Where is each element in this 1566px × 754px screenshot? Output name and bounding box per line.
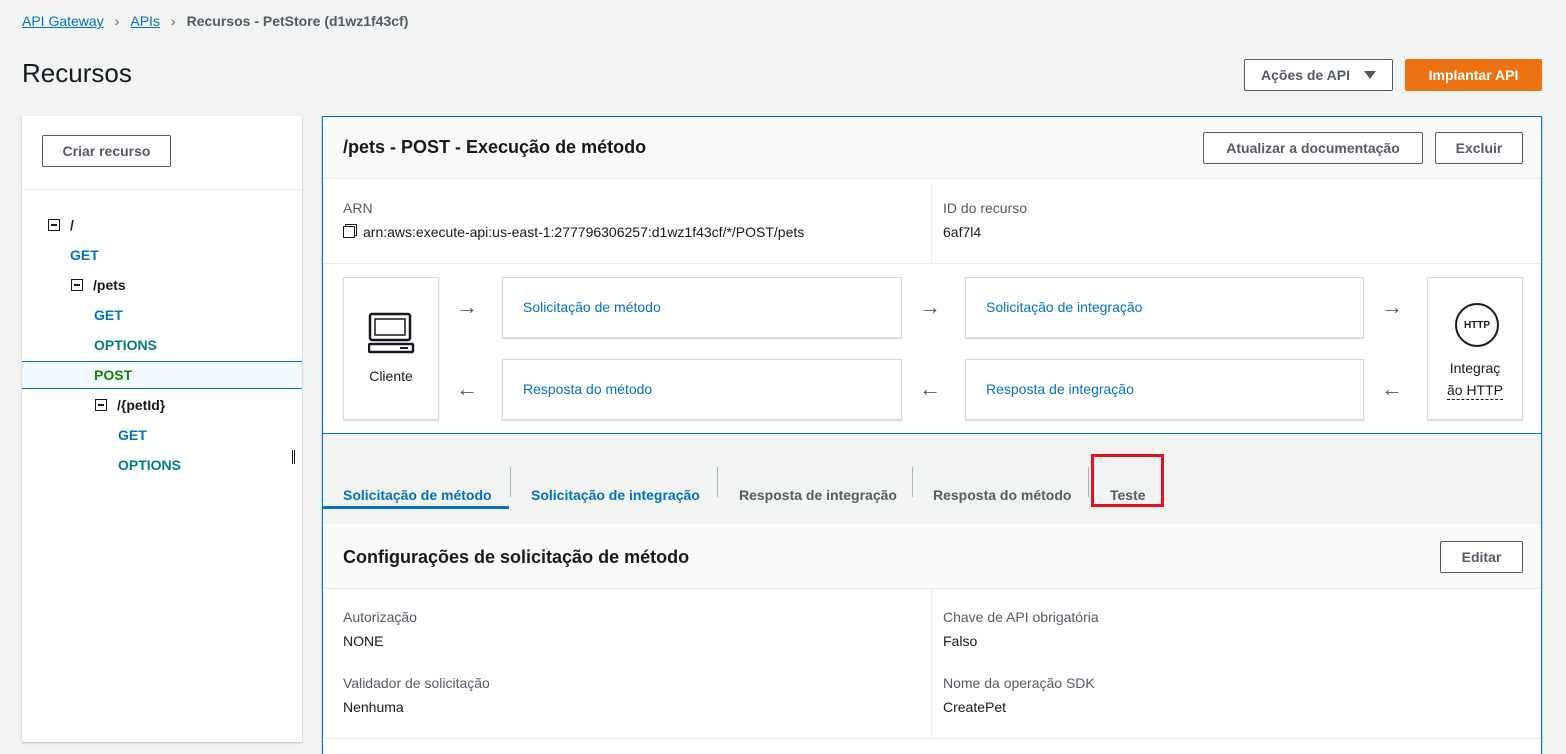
computer-icon xyxy=(368,312,415,354)
tree-method-get-pets[interactable]: GET xyxy=(22,301,302,329)
tab-separator xyxy=(912,467,913,497)
tree-method-label: GET xyxy=(118,427,147,443)
validator-field: Validador de solicitação Nenhuma xyxy=(343,675,490,717)
breadcrumb-current: Recursos - PetStore (d1wz1f43cf) xyxy=(186,13,409,29)
resource-tree-panel: Criar recurso / GET /pets GET OPTIONS PO… xyxy=(22,116,302,742)
method-request-box[interactable]: Solicitação de método xyxy=(502,277,902,338)
breadcrumb-api-gateway-link[interactable]: API Gateway xyxy=(22,13,104,29)
method-execution-header: /pets - POST - Execução de método Atuali… xyxy=(323,117,1541,179)
client-box: Cliente xyxy=(343,277,439,420)
chevron-right-icon: › xyxy=(114,13,120,29)
sdk-operation-value: CreatePet xyxy=(943,699,1007,715)
method-execution-title: /pets - POST - Execução de método xyxy=(343,137,647,157)
api-key-field: Chave de API obrigatória Falso xyxy=(943,609,1099,651)
method-request-settings-header: Configurações de solicitação de método E… xyxy=(323,525,1541,589)
tab-separator xyxy=(717,467,718,497)
tab-method-response[interactable]: Resposta do método xyxy=(933,480,1071,510)
breadcrumb-apis-link[interactable]: APIs xyxy=(130,13,160,29)
api-actions-dropdown[interactable]: Ações de API xyxy=(1244,59,1393,91)
tree-method-label: POST xyxy=(94,367,133,383)
client-label: Cliente xyxy=(369,368,413,384)
tree-method-get-petid[interactable]: GET xyxy=(22,421,302,449)
chevron-right-icon: › xyxy=(170,13,176,29)
api-key-value: Falso xyxy=(943,633,978,649)
tree-resource-label: /{petId} xyxy=(117,397,166,413)
divider xyxy=(323,738,1541,739)
tree-resource-label: / xyxy=(70,217,74,233)
tree-method-label: GET xyxy=(70,247,99,263)
tab-separator xyxy=(1088,467,1089,497)
tree-method-options-petid[interactable]: OPTIONS xyxy=(22,451,302,479)
method-execution-panel: /pets - POST - Execução de método Atuali… xyxy=(322,116,1542,754)
arrow-right-icon: → xyxy=(1381,294,1403,319)
http-badge-text: HTTP xyxy=(1463,319,1491,331)
edit-button[interactable]: Editar xyxy=(1440,541,1523,573)
arrow-left-icon: ← xyxy=(456,376,478,401)
integration-request-box[interactable]: Solicitação de integração xyxy=(965,277,1364,338)
resource-id-value: 6af7l4 xyxy=(943,224,982,240)
divider xyxy=(323,263,1541,264)
divider xyxy=(931,185,932,263)
arn-value: arn:aws:execute-api:us-east-1:2777963062… xyxy=(363,224,805,240)
delete-button[interactable]: Excluir xyxy=(1435,132,1523,164)
arrow-left-icon: ← xyxy=(919,376,941,401)
tree-method-label: OPTIONS xyxy=(94,337,158,353)
authorization-label: Autorização xyxy=(343,609,417,625)
tree-method-label: OPTIONS xyxy=(118,457,182,473)
api-key-label: Chave de API obrigatória xyxy=(943,609,1099,625)
method-response-box[interactable]: Resposta do método xyxy=(502,359,902,420)
resource-id-field: ID do recurso 6af7l4 xyxy=(943,200,1027,242)
api-actions-label: Ações de API xyxy=(1261,67,1350,83)
update-documentation-button[interactable]: Atualizar a documentação xyxy=(1203,132,1423,164)
settings-title: Configurações de solicitação de método xyxy=(343,547,690,567)
http-icon: HTTP xyxy=(1455,303,1499,347)
http-integration-label-line2: ão HTTP xyxy=(1446,382,1503,400)
caret-down-icon xyxy=(1363,71,1376,79)
integration-response-box[interactable]: Resposta de integração xyxy=(965,359,1364,420)
method-request-link[interactable]: Solicitação de método xyxy=(523,299,661,315)
authorization-value: NONE xyxy=(343,633,384,649)
tab-integration-request[interactable]: Solicitação de integração xyxy=(531,480,700,510)
tree-method-label: GET xyxy=(94,307,123,323)
create-resource-button[interactable]: Criar recurso xyxy=(42,135,171,167)
collapse-icon[interactable] xyxy=(48,219,60,231)
arn-field: ARN arn:aws:execute-api:us-east-1:277796… xyxy=(343,200,804,240)
collapse-icon[interactable] xyxy=(95,399,107,411)
breadcrumb: API Gateway › APIs › Recursos - PetStore… xyxy=(22,11,408,31)
validator-label: Validador de solicitação xyxy=(343,675,490,691)
active-tab-indicator xyxy=(323,506,509,509)
highlight-box xyxy=(1091,454,1164,507)
page-title: Recursos xyxy=(22,58,132,88)
panel-resize-handle[interactable] xyxy=(292,450,295,464)
tree-resource-pets[interactable]: /pets xyxy=(22,271,302,299)
arn-label: ARN xyxy=(343,200,373,216)
arrow-left-icon: ← xyxy=(1381,376,1403,401)
divider xyxy=(931,589,932,739)
copy-icon[interactable] xyxy=(343,226,355,238)
http-integration-box: HTTP Integraç ão HTTP xyxy=(1427,277,1523,420)
method-tabs: Solicitação de método Solicitação de int… xyxy=(323,433,1541,524)
collapse-icon[interactable] xyxy=(71,279,83,291)
arrow-right-icon: → xyxy=(456,294,478,319)
integration-request-link[interactable]: Solicitação de integração xyxy=(986,299,1142,315)
tree-resource-petid[interactable]: /{petId} xyxy=(22,391,302,419)
sdk-operation-field: Nome da operação SDK CreatePet xyxy=(943,675,1095,717)
authorization-field: Autorização NONE xyxy=(343,609,417,651)
tab-separator xyxy=(510,467,511,497)
integration-response-link[interactable]: Resposta de integração xyxy=(986,381,1134,397)
resource-id-label: ID do recurso xyxy=(943,200,1028,216)
tree-resource-label: /pets xyxy=(93,277,126,293)
http-integration-label-line1: Integraç xyxy=(1449,360,1501,376)
deploy-api-button[interactable]: Implantar API xyxy=(1405,59,1542,91)
tree-method-get-root[interactable]: GET xyxy=(22,241,302,269)
tree-method-post-pets[interactable]: POST xyxy=(22,361,302,389)
validator-value: Nenhuma xyxy=(343,699,404,715)
method-response-link[interactable]: Resposta do método xyxy=(523,381,652,397)
sdk-operation-label: Nome da operação SDK xyxy=(943,675,1095,691)
tab-integration-response[interactable]: Resposta de integração xyxy=(739,480,897,510)
tree-resource-root[interactable]: / xyxy=(22,211,302,239)
tree-method-options-pets[interactable]: OPTIONS xyxy=(22,331,302,359)
arrow-right-icon: → xyxy=(919,294,941,319)
